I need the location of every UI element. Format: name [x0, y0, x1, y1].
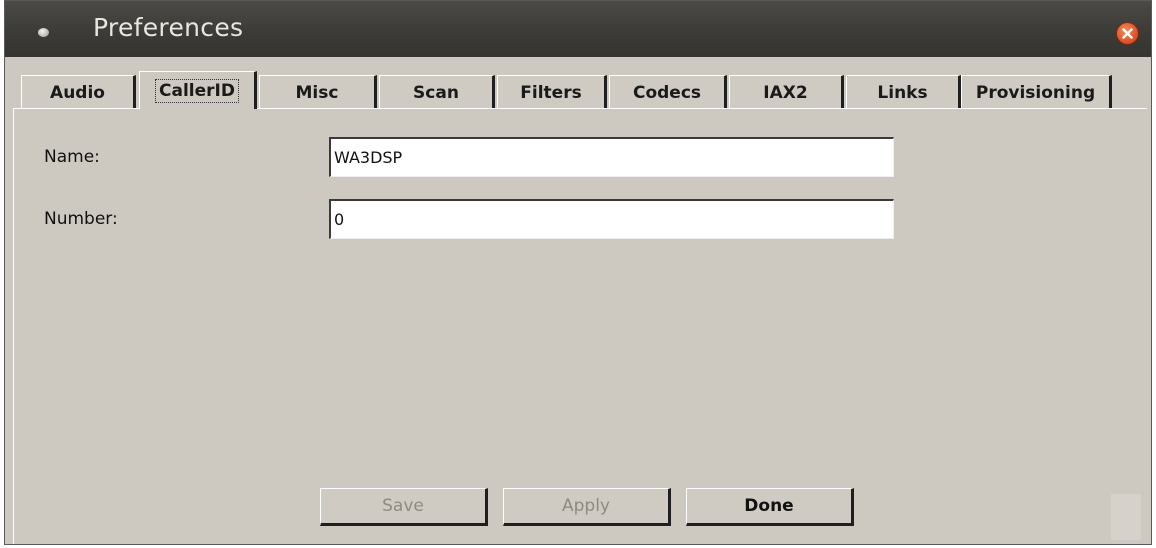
title-bar[interactable]: Preferences — [5, 1, 1151, 57]
tab-filters-label: Filters — [520, 82, 582, 103]
tab-misc[interactable]: Misc — [259, 75, 377, 109]
save-button[interactable]: Save — [320, 488, 488, 526]
tab-filters[interactable]: Filters — [497, 75, 607, 109]
tab-iax2-label: IAX2 — [763, 82, 808, 103]
tab-scan-label: Scan — [413, 82, 459, 103]
number-label: Number: — [44, 209, 118, 229]
tab-callerid-label: CallerID — [155, 78, 239, 103]
window-title: Preferences — [93, 13, 244, 42]
resize-grip[interactable] — [1111, 494, 1141, 540]
tab-codecs-label: Codecs — [632, 82, 702, 103]
done-button[interactable]: Done — [686, 488, 854, 526]
tab-provisioning[interactable]: Provisioning — [961, 75, 1112, 109]
name-input[interactable] — [329, 137, 894, 177]
tab-audio-label: Audio — [50, 82, 105, 103]
close-icon — [1122, 28, 1133, 39]
tab-scan[interactable]: Scan — [379, 75, 495, 109]
preferences-window: Preferences Audio CallerID Misc Scan Fil… — [4, 0, 1152, 545]
tab-bar: Audio CallerID Misc Scan Filters Codecs … — [15, 71, 1145, 109]
number-input[interactable] — [329, 199, 894, 239]
tab-iax2[interactable]: IAX2 — [729, 75, 844, 109]
tab-provisioning-label: Provisioning — [975, 82, 1096, 103]
tab-links[interactable]: Links — [846, 75, 961, 109]
tab-codecs[interactable]: Codecs — [609, 75, 727, 109]
tab-callerid[interactable]: CallerID — [139, 71, 257, 109]
callerid-panel: Name: Number: Save Apply Done — [13, 108, 1147, 544]
apply-button[interactable]: Apply — [503, 488, 671, 526]
tab-misc-label: Misc — [295, 82, 339, 103]
name-label: Name: — [44, 147, 100, 167]
tab-links-label: Links — [877, 82, 928, 103]
app-dot-icon — [38, 28, 49, 37]
close-button[interactable] — [1116, 22, 1139, 45]
tab-audio[interactable]: Audio — [21, 75, 136, 109]
